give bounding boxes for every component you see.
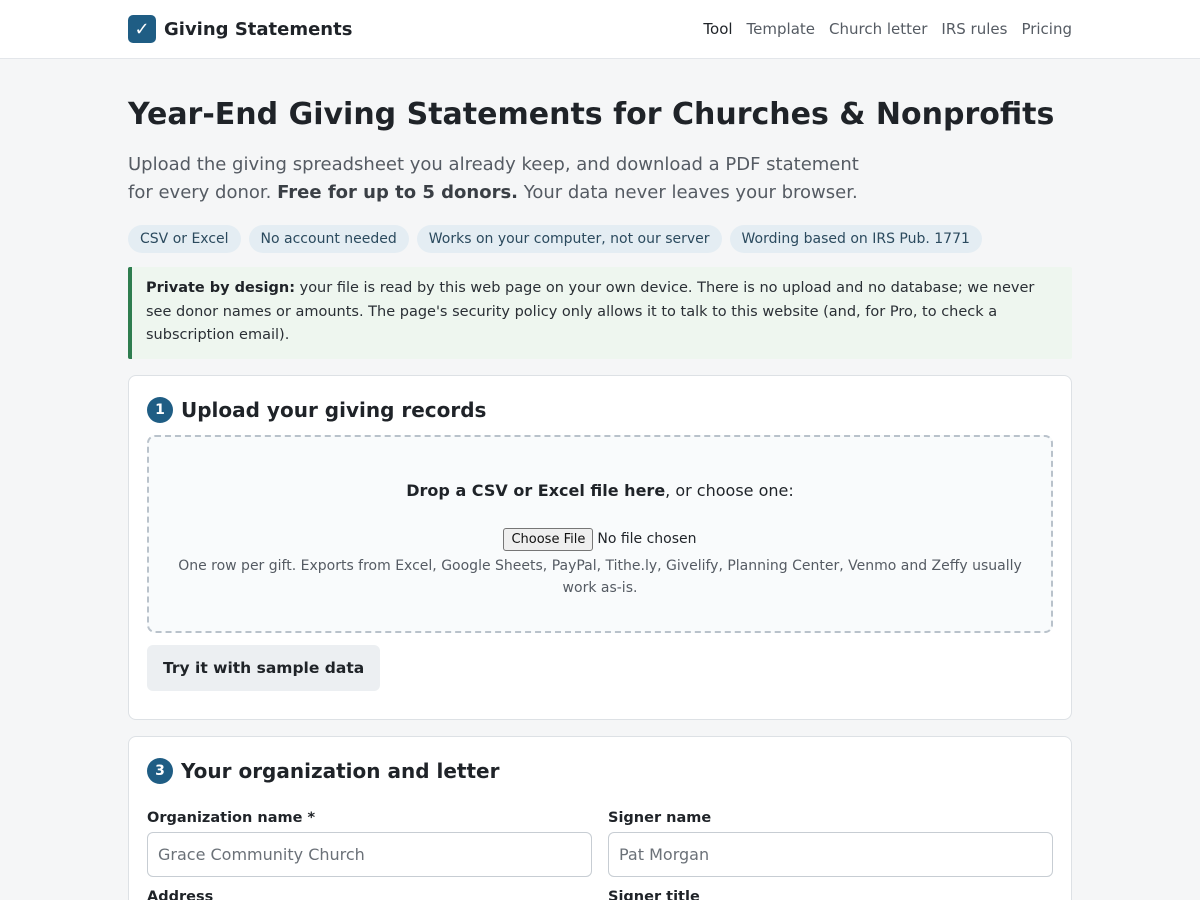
brand-name: Giving Statements: [164, 18, 353, 40]
pill-irs-wording: Wording based on IRS Pub. 1771: [729, 225, 982, 253]
signer-title-label: Signer title: [608, 888, 700, 900]
nav-template[interactable]: Template: [747, 20, 815, 38]
brand[interactable]: ✓ Giving Statements: [128, 15, 352, 43]
file-picker: Choose File No file chosen: [149, 527, 1051, 551]
pill-no-account: No account needed: [248, 225, 409, 253]
nav-irs-rules[interactable]: IRS rules: [941, 20, 1007, 38]
nav-pricing[interactable]: Pricing: [1021, 20, 1072, 38]
address-label: Address: [147, 888, 214, 900]
organization-card-title: Your organization and letter: [181, 758, 500, 783]
page-title: Year-End Giving Statements for Churches …: [128, 97, 1055, 132]
lead-paragraph: Upload the giving spreadsheet you alread…: [128, 151, 868, 207]
dropzone-title-rest: , or choose one:: [665, 480, 794, 500]
upload-card-header: 1 Upload your giving records: [147, 396, 1053, 423]
dropzone-title-bold: Drop a CSV or Excel file here: [406, 480, 666, 500]
pill-csv-excel: CSV or Excel: [128, 225, 241, 253]
lead-free-tier: Free for up to 5 donors.: [277, 182, 519, 203]
lead-text-2: Your data never leaves your browser.: [518, 182, 858, 203]
org-name-input[interactable]: [147, 831, 592, 877]
signer-name-label: Signer name: [608, 809, 712, 826]
privacy-notice: Private by design: your file is read by …: [128, 267, 1072, 359]
step-number-badge: 1: [147, 396, 173, 423]
sample-data-button[interactable]: Try it with sample data: [147, 644, 381, 691]
feature-pills: CSV or Excel No account needed Works on …: [128, 225, 1072, 253]
nav-tool[interactable]: Tool: [703, 20, 732, 38]
organization-form: Organization name * Signer name Address …: [147, 810, 1053, 900]
main-nav: Tool Template Church letter IRS rules Pr…: [703, 20, 1072, 38]
top-bar: ✓ Giving Statements Tool Template Church…: [0, 0, 1200, 59]
checkmark-logo-icon: ✓: [128, 15, 156, 43]
step-number-badge: 3: [147, 757, 173, 784]
address-field: Address: [147, 889, 592, 900]
nav-church-letter[interactable]: Church letter: [829, 20, 927, 38]
org-name-field: Organization name *: [147, 810, 592, 877]
dropzone-help-text: One row per gift. Exports from Excel, Go…: [178, 557, 1022, 596]
signer-name-field: Signer name: [608, 810, 1053, 877]
dropzone-title: Drop a CSV or Excel file here, or choose…: [149, 481, 1051, 500]
signer-title-field: Signer title: [608, 889, 1053, 900]
choose-file-button[interactable]: Choose File: [503, 527, 594, 551]
file-dropzone[interactable]: Drop a CSV or Excel file here, or choose…: [147, 434, 1053, 633]
upload-card: 1 Upload your giving records Drop a CSV …: [128, 374, 1072, 720]
organization-card: 3 Your organization and letter Organizat…: [128, 735, 1072, 900]
main-content: Year-End Giving Statements for Churches …: [128, 59, 1072, 900]
top-bar-inner: ✓ Giving Statements Tool Template Church…: [128, 0, 1072, 58]
organization-card-header: 3 Your organization and letter: [147, 757, 1053, 784]
upload-card-title: Upload your giving records: [181, 397, 487, 422]
privacy-notice-title: Private by design:: [146, 280, 295, 296]
file-status: No file chosen: [597, 531, 697, 547]
org-name-label: Organization name *: [147, 809, 316, 826]
pill-local-processing: Works on your computer, not our server: [416, 225, 722, 253]
signer-name-input[interactable]: [608, 831, 1053, 877]
